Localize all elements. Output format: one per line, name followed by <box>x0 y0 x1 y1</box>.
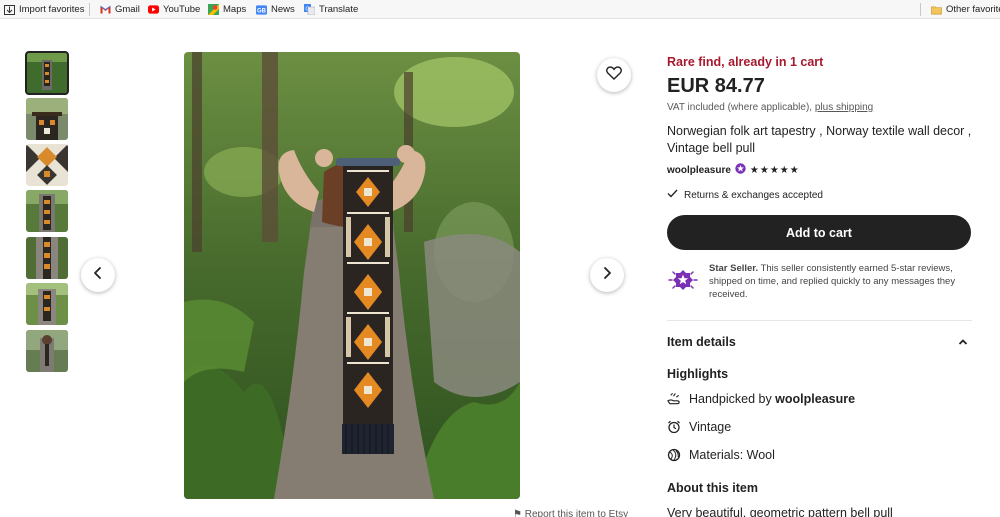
previous-image-button[interactable] <box>81 258 115 292</box>
bookmark-news[interactable]: GB News <box>256 3 295 16</box>
rating-stars[interactable]: ★★★★★ <box>750 165 800 176</box>
report-label: Report this item to Etsy <box>524 509 629 517</box>
vintage-text: Vintage <box>689 420 732 434</box>
vat-note: VAT included (where applicable), plus sh… <box>667 102 972 113</box>
seller-name[interactable]: woolpleasure <box>667 165 731 176</box>
handpicked-seller[interactable]: woolpleasure <box>775 392 855 406</box>
handpicked-prefix: Handpicked by <box>689 392 776 406</box>
seller-row: woolpleasure ★★★★★ <box>667 163 972 177</box>
item-details-toggle[interactable]: Item details <box>667 335 972 349</box>
item-description: Very beautiful, geometric pattern bell p… <box>667 506 893 517</box>
rare-find-badge: Rare find, already in 1 cart <box>667 55 824 69</box>
next-image-button[interactable] <box>590 258 624 292</box>
thumbnail-2[interactable] <box>26 98 68 140</box>
star-seller-description: Star Seller. This seller consistently ea… <box>709 262 972 301</box>
thumbnail-4[interactable] <box>26 190 68 232</box>
bookmarks-divider <box>920 3 921 16</box>
thumbnail-5[interactable] <box>26 237 68 279</box>
check-icon <box>667 189 678 201</box>
highlight-handpicked: Handpicked by woolpleasure <box>667 392 972 406</box>
youtube-icon <box>148 5 159 15</box>
chevron-left-icon <box>92 266 104 285</box>
bookmark-maps[interactable]: Maps <box>208 3 246 16</box>
favorite-button[interactable] <box>597 58 631 92</box>
handpicked-text: Handpicked by woolpleasure <box>689 392 855 406</box>
section-divider <box>667 320 972 321</box>
highlight-materials: Materials: Wool <box>667 448 972 462</box>
add-to-cart-button[interactable]: Add to cart <box>667 215 971 250</box>
price: EUR 84.77 <box>667 75 765 97</box>
bookmark-label: News <box>271 4 295 15</box>
report-item-link[interactable]: ⚑ Report this item to Etsy <box>513 509 628 517</box>
about-heading: About this item <box>667 481 758 495</box>
alarm-clock-icon <box>667 420 681 434</box>
svg-text:GB: GB <box>257 8 267 14</box>
chevron-right-icon <box>601 266 613 285</box>
maps-icon <box>208 4 219 15</box>
bookmark-label: Gmail <box>115 4 140 15</box>
bookmark-import-favorites[interactable]: Import favorites <box>4 3 84 16</box>
thumbnail-7[interactable] <box>26 330 68 372</box>
import-icon <box>4 4 15 15</box>
thumbnail-6[interactable] <box>26 283 68 325</box>
highlight-vintage: Vintage <box>667 420 972 434</box>
materials-text: Materials: Wool <box>689 448 775 462</box>
flag-icon: ⚑ <box>513 509 525 517</box>
bookmark-label: Maps <box>223 4 247 15</box>
item-details-heading: Item details <box>667 335 736 349</box>
product-title: Norwegian folk art tapestry , Norway tex… <box>667 124 972 155</box>
vat-text: VAT included (where applicable), <box>667 102 815 113</box>
star-seller-title: Star Seller. <box>709 263 759 274</box>
returns-label: Returns & exchanges accepted <box>684 189 823 201</box>
yarn-icon <box>667 448 681 462</box>
hand-icon <box>667 392 681 406</box>
product-main-image <box>184 52 520 499</box>
bookmark-other-favorites[interactable]: Other favorites <box>931 3 1000 16</box>
thumbnail-1[interactable] <box>25 51 69 95</box>
bookmark-translate[interactable]: G Translate <box>304 3 358 16</box>
shipping-link[interactable]: plus shipping <box>815 102 873 113</box>
star-seller-info: Star Seller. This seller consistently ea… <box>667 262 972 301</box>
bookmark-label: Import favorites <box>19 4 85 15</box>
bookmark-gmail[interactable]: Gmail <box>100 3 140 16</box>
bookmarks-bar: Import favorites Gmail YouTube Maps GB N… <box>0 0 1000 19</box>
bookmark-label: YouTube <box>163 4 201 15</box>
bookmark-youtube[interactable]: YouTube <box>148 3 200 16</box>
returns-info: Returns & exchanges accepted <box>667 189 972 201</box>
thumbnail-3[interactable] <box>26 144 68 186</box>
folder-icon <box>931 5 942 15</box>
news-icon: GB <box>256 4 267 15</box>
heart-icon <box>606 65 622 85</box>
bookmark-label: Translate <box>319 4 359 15</box>
gmail-icon <box>100 5 111 15</box>
translate-icon: G <box>304 4 315 15</box>
star-seller-icon <box>667 264 699 296</box>
bookmark-label: Other favorites <box>946 4 1000 15</box>
chevron-up-icon <box>958 335 968 349</box>
svg-text:G: G <box>305 6 309 12</box>
star-seller-badge-icon <box>735 163 746 177</box>
bookmarks-divider <box>89 3 90 16</box>
highlights-heading: Highlights <box>667 367 729 381</box>
